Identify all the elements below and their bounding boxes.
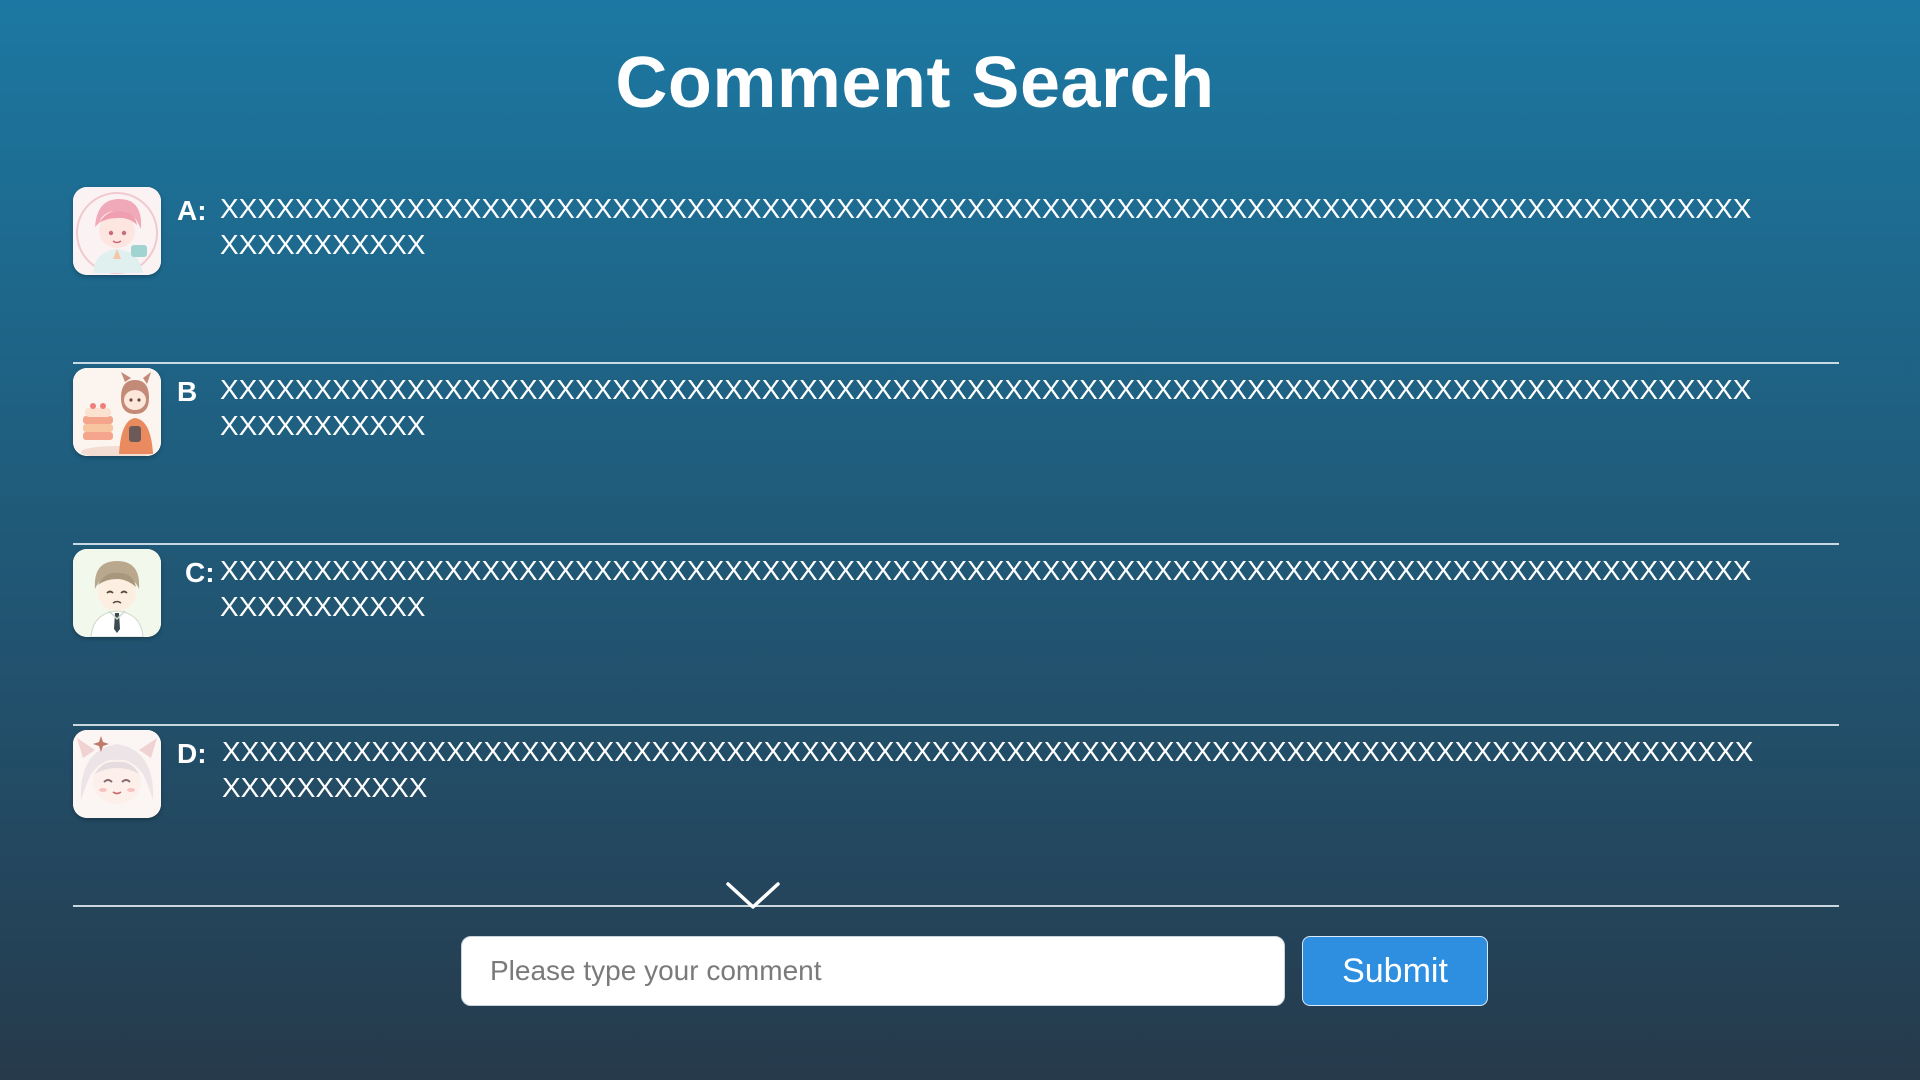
page-title: Comment Search <box>615 43 1215 123</box>
comment-text: XXXXXXXXXXXXXXXXXXXXXXXXXXXXXXXXXXXXXXXX… <box>220 193 1752 260</box>
comment-item-d: D: XXXXXXXXXXXXXXXXXXXXXXXXXXXXXXXXXXXXX… <box>73 726 1839 907</box>
avatar-a <box>73 187 161 275</box>
comment-input[interactable] <box>461 936 1285 1006</box>
cake-girl-avatar-icon <box>73 368 161 456</box>
comment-text: XXXXXXXXXXXXXXXXXXXXXXXXXXXXXXXXXXXXXXXX… <box>220 374 1752 441</box>
white-hair-girl-avatar-icon <box>73 730 161 818</box>
comment-label: B <box>177 376 198 407</box>
pink-hair-boy-avatar-icon <box>73 187 161 275</box>
comment-label: A: <box>177 195 207 226</box>
comment-label: C: <box>185 557 215 588</box>
comment-item-c: C: XXXXXXXXXXXXXXXXXXXXXXXXXXXXXXXXXXXXX… <box>73 545 1839 726</box>
comment-label: D: <box>177 738 207 769</box>
avatar-b <box>73 368 161 456</box>
comment-text: XXXXXXXXXXXXXXXXXXXXXXXXXXXXXXXXXXXXXXXX… <box>222 736 1754 803</box>
avatar-d <box>73 730 161 818</box>
comment-item-b: B XXXXXXXXXXXXXXXXXXXXXXXXXXXXXXXXXXXXXX… <box>73 364 1839 545</box>
comment-text: XXXXXXXXXXXXXXXXXXXXXXXXXXXXXXXXXXXXXXXX… <box>220 555 1752 622</box>
avatar-c <box>73 549 161 637</box>
comment-list: A: XXXXXXXXXXXXXXXXXXXXXXXXXXXXXXXXXXXXX… <box>73 183 1839 907</box>
comment-item-a: A: XXXXXXXXXXXXXXXXXXXXXXXXXXXXXXXXXXXXX… <box>73 183 1839 364</box>
chevron-down-icon[interactable] <box>725 880 781 912</box>
submit-button[interactable]: Submit <box>1302 936 1488 1006</box>
boy-in-shirt-avatar-icon <box>73 549 161 637</box>
